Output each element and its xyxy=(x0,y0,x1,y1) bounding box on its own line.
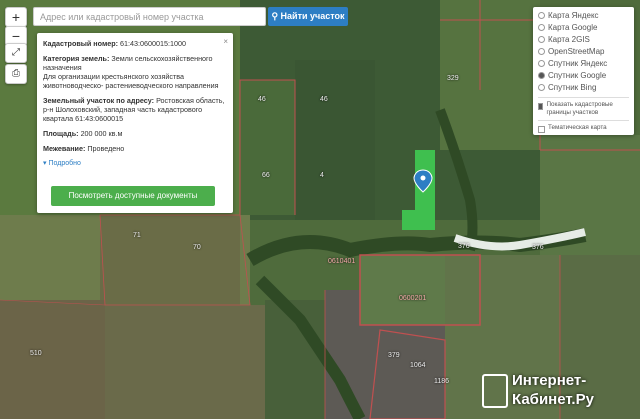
watermark: Интернет- Кабинет.Ру xyxy=(478,372,636,412)
layer-label: Карта Яндекс xyxy=(548,11,599,20)
search-icon: ⚲ xyxy=(271,11,279,21)
map-label: 66 xyxy=(262,172,270,179)
layer-option[interactable]: Карта 2GIS xyxy=(538,34,629,46)
layer-option[interactable]: Карта Яндекс xyxy=(538,10,629,22)
radio-icon xyxy=(538,84,545,92)
layer-option[interactable]: Спутник Яндекс xyxy=(538,58,629,70)
divider xyxy=(538,120,629,121)
map-label: 510 xyxy=(30,350,42,357)
layer-label: Карта 2GIS xyxy=(548,35,590,44)
layer-option[interactable]: Карта Google xyxy=(538,22,629,34)
divider xyxy=(538,97,629,98)
view-documents-button[interactable]: Посмотреть доступные документы xyxy=(51,186,215,206)
print-button[interactable]: ⎙ xyxy=(5,64,27,84)
watermark-text-line2: Кабинет.Ру xyxy=(512,391,594,408)
checkbox-checked-icon xyxy=(538,103,544,110)
layer-label: Спутник Bing xyxy=(548,83,597,92)
watermark-text-line1: Интернет- xyxy=(512,372,587,389)
radio-icon xyxy=(538,36,545,44)
layer-option[interactable]: Спутник Google xyxy=(538,70,629,82)
details-link[interactable]: ▾ Подробно xyxy=(43,159,227,168)
parcel-area-label: Площадь: xyxy=(43,129,79,138)
radio-icon xyxy=(538,12,545,20)
map-label: 1186 xyxy=(434,378,450,385)
show-borders-checkbox[interactable]: Показать кадастровые границы участков xyxy=(538,101,629,117)
show-borders-label: Показать кадастровые границы участков xyxy=(546,101,613,116)
map-label: 376 xyxy=(458,243,470,250)
land-category: Категория земель: Земли сельскохозяйстве… xyxy=(43,54,227,90)
land-category-label: Категория земель: xyxy=(43,54,110,63)
layer-label: OpenStreetMap xyxy=(548,47,605,56)
layer-label: Карта Google xyxy=(548,23,598,32)
thematic-map-checkbox[interactable]: Тематическая карта xyxy=(538,124,629,133)
parcel-address: Земельный участок по адресу: Ростовская … xyxy=(43,96,227,123)
search-button[interactable]: ⚲ Найти участок xyxy=(268,7,348,26)
map-label: 46 xyxy=(258,96,266,103)
permitted-use-value: Для организации крестьянского хозяйства … xyxy=(43,72,219,90)
watermark-logo-icon xyxy=(482,374,508,408)
map-label: 46 xyxy=(320,96,328,103)
survey-status-label: Межевание: xyxy=(43,144,86,153)
radio-selected-icon xyxy=(538,72,545,80)
ruler-button[interactable]: ⤢ xyxy=(5,43,27,63)
survey-status-value: Проведено xyxy=(87,144,125,153)
map-label: 379 xyxy=(388,352,400,359)
details-link-label: Подробно xyxy=(48,160,81,167)
map-label: 70 xyxy=(193,244,201,251)
parcel-area: Площадь: 200 000 кв.м xyxy=(43,129,227,138)
map-label: 4 xyxy=(320,172,324,179)
layer-switcher: Карта Яндекс Карта Google Карта 2GIS Ope… xyxy=(533,7,634,135)
map-label: 71 xyxy=(133,232,141,239)
zoom-in-button[interactable]: + xyxy=(5,7,27,27)
cadastral-number-label: Кадастровый номер: xyxy=(43,39,119,48)
radio-icon xyxy=(538,60,545,68)
map-label: 0600201 xyxy=(399,295,427,302)
map-label: 1064 xyxy=(410,362,426,369)
layer-option[interactable]: Спутник Bing xyxy=(538,82,629,94)
layer-label: Спутник Яндекс xyxy=(548,59,608,68)
ruler-icon: ⤢ xyxy=(12,47,20,58)
parcel-info-panel: × Кадастровый номер: 61:43:0600015:1000 … xyxy=(37,33,233,213)
map-label: 376 xyxy=(532,244,544,251)
checkbox-icon xyxy=(538,126,545,133)
parcel-area-value: 200 000 кв.м xyxy=(80,129,123,138)
layer-label: Спутник Google xyxy=(548,71,607,80)
cadastral-number-value: 61:43:0600015:1000 xyxy=(120,39,186,48)
search-input[interactable]: Адрес или кадастровый номер участка xyxy=(33,7,266,26)
map-label: 0610401 xyxy=(328,258,356,265)
search-button-label: Найти участок xyxy=(280,11,345,21)
radio-icon xyxy=(538,48,545,56)
chevron-down-icon: ▾ xyxy=(43,160,47,167)
parcel-address-label: Земельный участок по адресу: xyxy=(43,96,155,105)
cadastral-number: Кадастровый номер: 61:43:0600015:1000 xyxy=(43,39,227,48)
survey-status: Межевание: Проведено xyxy=(43,144,227,153)
radio-icon xyxy=(538,24,545,32)
map-label: 329 xyxy=(447,75,459,82)
layer-option[interactable]: OpenStreetMap xyxy=(538,46,629,58)
close-icon[interactable]: × xyxy=(223,37,228,46)
print-icon: ⎙ xyxy=(12,68,20,79)
thematic-map-label: Тематическая карта xyxy=(548,124,607,131)
